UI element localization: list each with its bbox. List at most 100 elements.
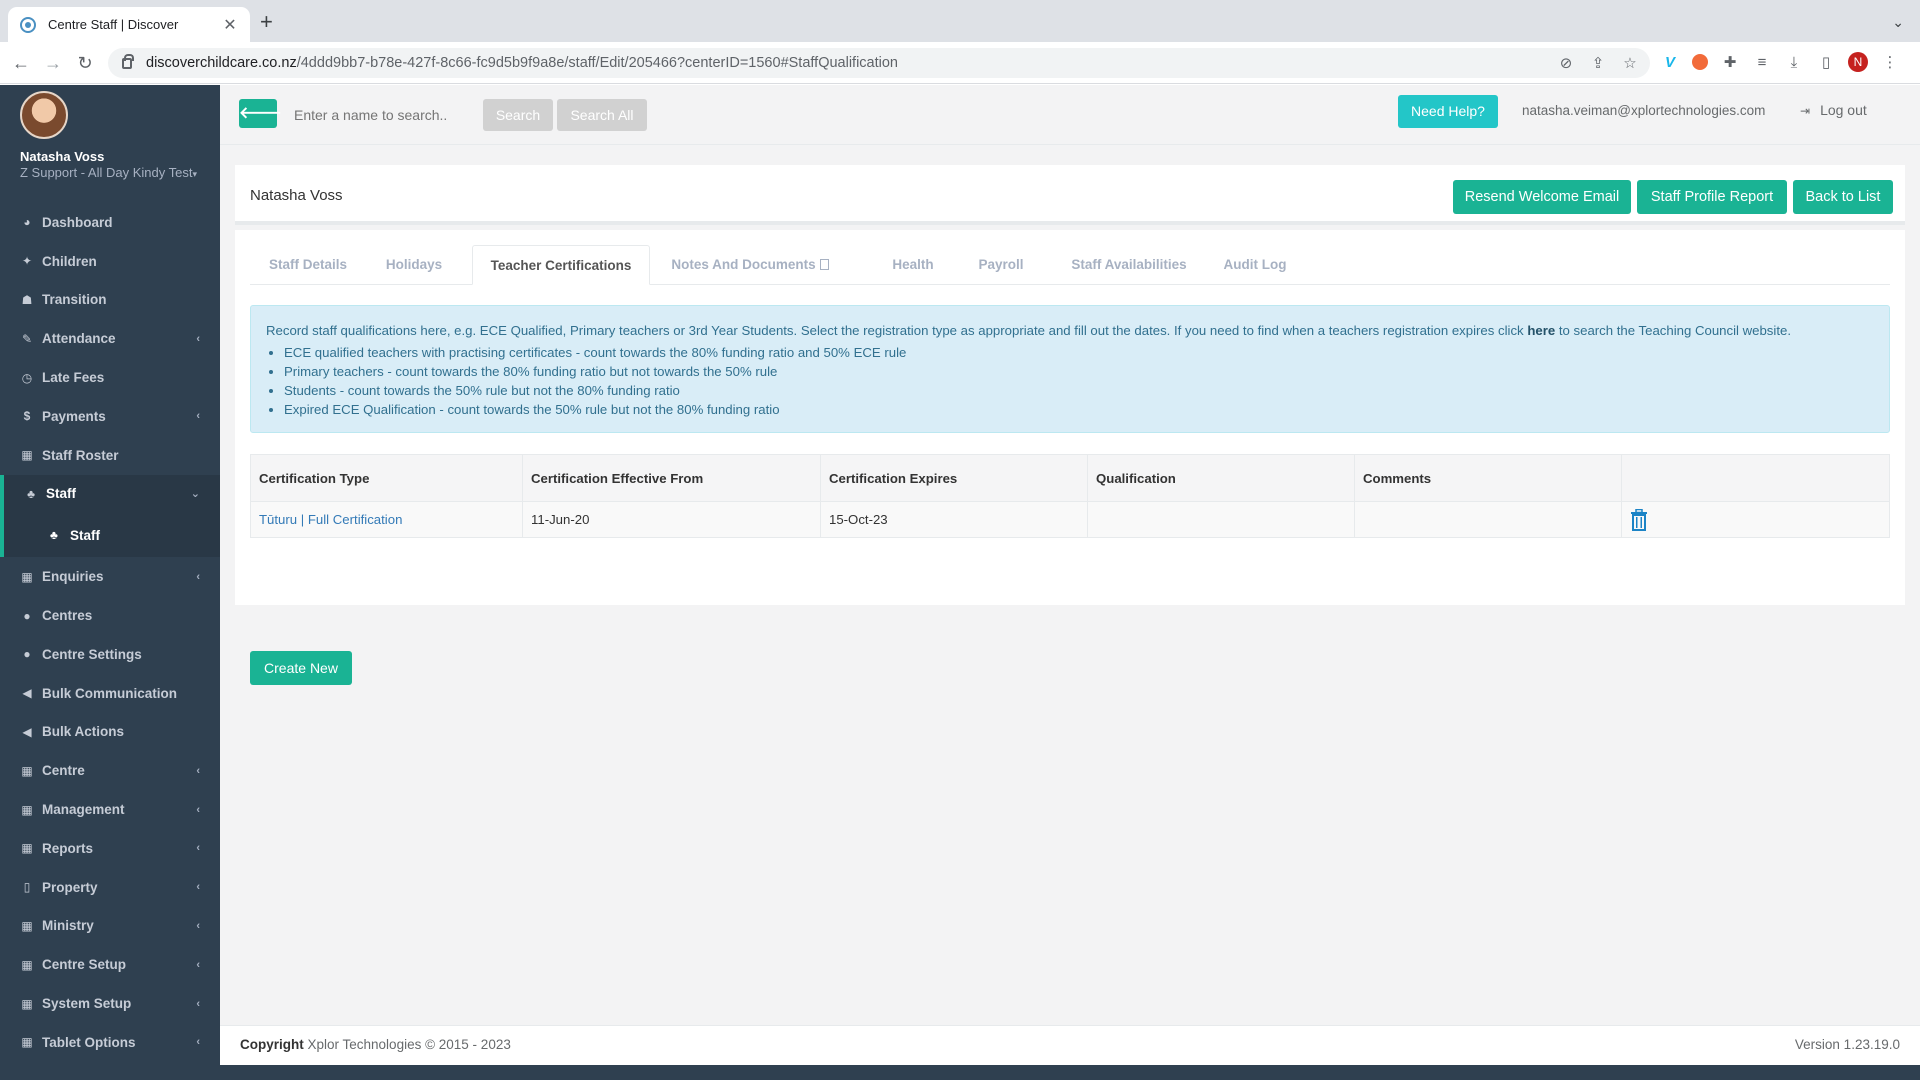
orange-extension-icon[interactable] (1692, 54, 1708, 70)
tab-holidays[interactable]: Holidays (366, 245, 462, 285)
sidebar-item-label: Management (42, 802, 125, 818)
sidebar-item-system-setup[interactable]: ▦ System Setup ‹ (0, 984, 220, 1023)
sidebar-item-reports[interactable]: ▦ Reports ‹ (0, 829, 220, 868)
sidebar-item-label: Staff (46, 486, 76, 502)
sidebar-item-property[interactable]: ▯ Property ‹ (0, 868, 220, 907)
sidebar-item-attendance[interactable]: ✎ Attendance ‹ (0, 319, 220, 358)
chevron-left-icon: ‹ (196, 958, 200, 971)
browser-toolbar: ← → ↻ discoverchildcare.co.nz/4ddd9bb7-b… (0, 42, 1920, 84)
sidebar-item-dashboard[interactable]: ◕ Dashboard (0, 203, 220, 242)
chevron-left-icon: ‹ (196, 410, 200, 423)
profile-avatar[interactable]: N (1848, 52, 1868, 72)
back-button[interactable]: 🡐 (239, 99, 282, 128)
back-to-list-button[interactable]: Back to List (1793, 180, 1893, 214)
top-navbar: 🡐 Search Search All Need Help? natasha.v… (220, 85, 1920, 145)
col-certification-type[interactable]: Certification Type (250, 454, 523, 502)
col-effective-from[interactable]: Certification Effective From (522, 454, 821, 502)
sidebar-item-tablet-options[interactable]: ▦ Tablet Options ‹ (0, 1023, 220, 1062)
download-icon[interactable]: ⤓ (1784, 54, 1804, 71)
chevron-left-icon: ‹ (196, 842, 200, 855)
tab-staff-availabilities[interactable]: Staff Availabilities (1054, 245, 1204, 285)
blocked-popup-icon[interactable]: ⊘ (1558, 54, 1574, 72)
chevron-left-icon: ‹ (196, 764, 200, 777)
dollar-icon: $ (23, 409, 31, 424)
sidebar-subitem-staff[interactable]: ♣ Staff (0, 513, 220, 558)
share-icon[interactable]: ⇪ (1590, 54, 1606, 72)
trash-icon[interactable] (1630, 508, 1648, 531)
teaching-council-link[interactable]: here (1527, 323, 1555, 338)
footer: Copyright Xplor Technologies © 2015 - 20… (220, 1025, 1920, 1065)
tab-health[interactable]: Health (880, 245, 946, 285)
calendar-icon: ▦ (21, 448, 33, 463)
info-bullet: Students - count towards the 50% rule bu… (284, 381, 1874, 400)
sidebar-item-centre[interactable]: ▦ Centre ‹ (0, 751, 220, 790)
sidebar-item-bulk-actions[interactable]: ◀ Bulk Actions (0, 713, 220, 752)
chevron-left-icon: ‹ (196, 997, 200, 1010)
tab-teacher-certifications[interactable]: Teacher Certifications (472, 245, 650, 285)
sidebar-item-label: Centre Setup (42, 957, 127, 973)
sidebar-item-label: Children (42, 253, 97, 269)
document-icon (819, 259, 829, 270)
search-button[interactable]: Search (483, 99, 553, 131)
certification-link[interactable]: Tūturu | Full Certification (259, 512, 402, 527)
user-profile[interactable]: Natasha Voss Z Support - All Day Kindy T… (0, 85, 220, 203)
col-qualification[interactable]: Qualification (1087, 454, 1355, 502)
sidebar-item-centre-setup[interactable]: ▦ Centre Setup ‹ (0, 945, 220, 984)
address-bar[interactable]: discoverchildcare.co.nz/4ddd9bb7-b78e-42… (108, 48, 1650, 78)
col-comments[interactable]: Comments (1354, 454, 1622, 502)
sidebar-item-management[interactable]: ▦ Management ‹ (0, 790, 220, 829)
tab-audit-log[interactable]: Audit Log (1210, 245, 1300, 285)
tab-search-icon[interactable]: ⌄ (1892, 14, 1904, 31)
bookmark-star-icon[interactable]: ☆ (1622, 54, 1638, 72)
back-arrow-icon[interactable]: ← (10, 52, 32, 74)
extensions-puzzle-icon[interactable]: ✚ (1720, 53, 1740, 71)
col-expires[interactable]: Certification Expires (820, 454, 1088, 502)
graduation-icon: ☗ (21, 292, 33, 307)
search-all-button[interactable]: Search All (557, 99, 647, 131)
tab-notes-and-documents[interactable]: Notes And Documents (650, 245, 850, 285)
new-tab-button[interactable]: + (260, 11, 273, 33)
sidebar-item-staff-roster[interactable]: ▦ Staff Roster (0, 436, 220, 475)
forward-arrow-icon[interactable]: → (42, 52, 64, 74)
tab-payroll[interactable]: Payroll (966, 245, 1036, 285)
logout-link[interactable]: ⇥ Log out (1800, 102, 1867, 118)
sidebar-item-late-fees[interactable]: ◷ Late Fees (0, 358, 220, 397)
cell-effective-from: 11-Jun-20 (522, 501, 821, 538)
sidebar-item-centre-settings[interactable]: ● Centre Settings (0, 635, 220, 674)
sidebar: Natasha Voss Z Support - All Day Kindy T… (0, 85, 220, 1080)
sidebar-item-label: Centre (42, 763, 85, 779)
vimeo-extension-icon[interactable]: V (1660, 54, 1680, 71)
staff-tabs: Staff Details Holidays Teacher Certifica… (250, 245, 1890, 285)
sidebar-item-label: Bulk Actions (42, 724, 125, 740)
sidebar-item-label: Attendance (42, 331, 116, 347)
staff-profile-report-button[interactable]: Staff Profile Report (1637, 180, 1787, 214)
browser-menu-icon[interactable]: ⋮ (1880, 53, 1900, 71)
need-help-button[interactable]: Need Help? (1398, 95, 1498, 128)
url-host: discoverchildcare.co.nz (146, 55, 297, 71)
sidebar-item-transition[interactable]: ☗ Transition (0, 281, 220, 320)
create-new-button[interactable]: Create New (250, 651, 352, 685)
sidebar-item-enquiries[interactable]: ▦ Enquiries ‹ (0, 557, 220, 596)
grid-icon: ▦ (21, 841, 33, 856)
sidebar-item-children[interactable]: ✦ Children (0, 242, 220, 281)
staff-header-card: Natasha Voss Resend Welcome Email Staff … (235, 165, 1905, 225)
circle-icon: ● (23, 608, 31, 623)
sidebar-item-bulk-communication[interactable]: ◀ Bulk Communication (0, 674, 220, 713)
side-panel-icon[interactable]: ▯ (1816, 53, 1836, 71)
lock-icon[interactable] (122, 53, 134, 69)
sidebar-item-payments[interactable]: $ Payments ‹ (0, 397, 220, 436)
reading-list-icon[interactable]: ≡ (1752, 54, 1772, 71)
tab-staff-details[interactable]: Staff Details (250, 245, 366, 285)
staff-search-input[interactable] (286, 100, 486, 130)
profile-role[interactable]: Z Support - All Day Kindy Test▾ (20, 164, 200, 183)
close-tab-icon[interactable]: ✕ (222, 15, 238, 35)
sidebar-item-centres[interactable]: ● Centres (0, 596, 220, 635)
reload-icon[interactable]: ↻ (74, 52, 96, 74)
sidebar-item-staff[interactable]: ♣ Staff ⌄ (0, 474, 220, 514)
grid-icon: ▦ (21, 569, 33, 584)
chevron-down-icon: ⌄ (190, 488, 200, 501)
sidebar-item-label: Dashboard (42, 214, 113, 230)
sidebar-item-ministry[interactable]: ▦ Ministry ‹ (0, 907, 220, 946)
resend-welcome-email-button[interactable]: Resend Welcome Email (1453, 180, 1631, 214)
browser-tab[interactable]: Centre Staff | Discover ✕ (8, 7, 250, 42)
